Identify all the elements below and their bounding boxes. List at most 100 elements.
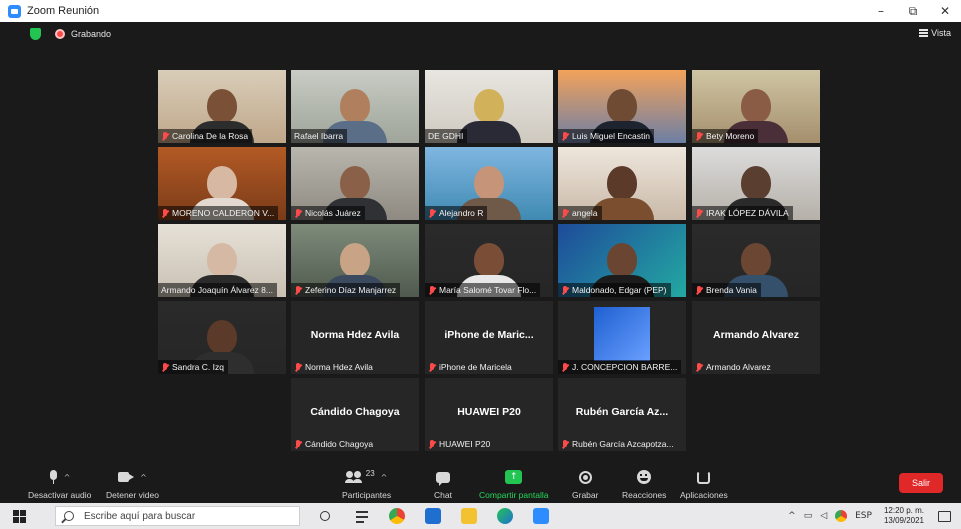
- participant-name-bar: Norma Hdez Avila: [291, 360, 377, 374]
- participant-name-bar: Carolina De la Rosa: [158, 129, 253, 143]
- chevron-up-icon[interactable]: ^: [788, 511, 796, 521]
- participant-name-bar: Brenda Vania: [692, 283, 761, 297]
- smiley-icon: [637, 470, 652, 484]
- participant-name-bar: IRAK LÓPEZ DÁVILA: [692, 206, 793, 220]
- participant-tile[interactable]: Norma Hdez Avila Norma Hdez Avila: [291, 301, 419, 374]
- participant-tile[interactable]: Maldonado, Edgar (PEP): [558, 224, 686, 297]
- reactions-button[interactable]: Reacciones: [622, 467, 666, 500]
- participant-name: DE GDHI: [428, 131, 464, 141]
- mic-muted-icon: [428, 208, 436, 218]
- window-title: Zoom Reunión: [27, 5, 100, 17]
- participant-tile[interactable]: J. CONCEPCION BARRE...: [558, 301, 686, 374]
- participant-tile[interactable]: HUAWEI P20 HUAWEI P20: [425, 378, 553, 451]
- window-controls: – ⧉ ✕: [865, 0, 961, 22]
- participant-name: Rafael Ibarra: [294, 131, 344, 141]
- view-label: Vista: [931, 28, 951, 38]
- participant-tile[interactable]: Rubén García Az... Rubén García Azcapotza…: [558, 378, 686, 451]
- mic-muted-icon: [695, 208, 703, 218]
- participant-name-bar: Sandra C. Izq: [158, 360, 228, 374]
- participant-tile[interactable]: iPhone de Maric... iPhone de Maricela: [425, 301, 553, 374]
- participant-tile[interactable]: María Salomé Tovar Flo...: [425, 224, 553, 297]
- participant-tile[interactable]: Zeferino Díaz Manjarrez: [291, 224, 419, 297]
- participants-button[interactable]: 23 ^ Participantes: [342, 467, 392, 501]
- caret-up-icon[interactable]: ^: [64, 473, 71, 482]
- participant-name: Carolina De la Rosa: [172, 131, 249, 141]
- record-button[interactable]: Grabar: [572, 467, 598, 500]
- leave-button[interactable]: Salir: [899, 473, 943, 493]
- participant-tile[interactable]: Sandra C. Izq: [158, 301, 286, 374]
- participant-name: MORENO CALDERON V...: [172, 208, 275, 218]
- search-placeholder: Escribe aquí para buscar: [84, 510, 196, 522]
- participant-tile[interactable]: angela: [558, 147, 686, 220]
- participant-name: Maldonado, Edgar (PEP): [572, 285, 667, 295]
- apps-button[interactable]: Aplicaciones: [680, 467, 728, 500]
- close-button[interactable]: ✕: [929, 0, 961, 22]
- notifications-icon[interactable]: [938, 510, 951, 522]
- restore-button[interactable]: ⧉: [897, 0, 929, 22]
- participant-tile[interactable]: IRAK LÓPEZ DÁVILA: [692, 147, 820, 220]
- participant-tile[interactable]: MORENO CALDERON V...: [158, 147, 286, 220]
- windows-start-icon[interactable]: [13, 509, 26, 523]
- caret-up-icon[interactable]: ^: [140, 473, 147, 482]
- minimize-button[interactable]: –: [865, 0, 897, 22]
- participants-count: 23: [365, 468, 375, 478]
- participant-name: Armando Alvarez: [706, 362, 771, 372]
- mic-muted-icon: [161, 208, 169, 218]
- battery-icon[interactable]: ▭: [804, 511, 813, 521]
- caret-up-icon[interactable]: ^: [381, 473, 388, 482]
- view-button[interactable]: Vista: [919, 28, 951, 38]
- edge-icon[interactable]: [497, 508, 513, 524]
- participant-tile[interactable]: Brenda Vania: [692, 224, 820, 297]
- mic-muted-icon: [561, 362, 569, 372]
- participant-name: Nicolás Juárez: [305, 208, 361, 218]
- participant-name-bar: María Salomé Tovar Flo...: [425, 283, 541, 297]
- participant-display-name: HUAWEI P20: [457, 406, 521, 418]
- mute-button[interactable]: ^ Desactivar audio: [28, 467, 91, 500]
- chat-icon: [435, 471, 450, 486]
- recording-label: Grabando: [71, 29, 112, 39]
- grid-view-icon: [919, 29, 929, 37]
- file-explorer-icon[interactable]: [461, 508, 477, 524]
- input-language[interactable]: ESP: [855, 511, 872, 521]
- system-tray: ^ ▭ ◁ ESP 12:20 p. m. 13/09/2021: [784, 503, 961, 529]
- participant-display-name: Armando Alvarez: [713, 329, 799, 341]
- participant-tile[interactable]: Luis Miguel Encastin: [558, 70, 686, 143]
- mic-muted-icon: [561, 439, 569, 449]
- stop-video-label: Detener video: [106, 490, 159, 500]
- participant-name: angela: [572, 208, 598, 218]
- participant-name-bar: angela: [558, 206, 602, 220]
- participant-name-bar: Alejandro R: [425, 206, 488, 220]
- mic-muted-icon: [561, 131, 569, 141]
- participant-name: Armando Joaquín Álvarez 8...: [161, 285, 273, 295]
- participant-tile[interactable]: Alejandro R: [425, 147, 553, 220]
- mic-muted-icon: [428, 285, 436, 295]
- mic-muted-icon: [428, 439, 436, 449]
- participant-name-bar: Rafael Ibarra: [291, 129, 348, 143]
- participant-tile[interactable]: DE GDHI: [425, 70, 553, 143]
- participant-tile[interactable]: Carolina De la Rosa: [158, 70, 286, 143]
- security-shield-icon[interactable]: [30, 28, 41, 40]
- record-icon: [578, 470, 592, 484]
- participant-tile[interactable]: Armando Alvarez Armando Alvarez: [692, 301, 820, 374]
- participant-tile[interactable]: Nicolás Juárez: [291, 147, 419, 220]
- participant-tile[interactable]: Bety Moreno: [692, 70, 820, 143]
- stop-video-button[interactable]: ^ Detener video: [106, 467, 159, 500]
- chrome-icon[interactable]: [389, 508, 405, 524]
- participant-tile[interactable]: Cándido Chagoya Cándido Chagoya: [291, 378, 419, 451]
- chrome-tray-icon[interactable]: [835, 510, 848, 522]
- participant-name-bar: Rubén García Azcapotza...: [558, 437, 678, 451]
- mic-muted-icon: [428, 362, 436, 372]
- participant-tile[interactable]: Armando Joaquín Álvarez 8...: [158, 224, 286, 297]
- participants-label: Participantes: [342, 490, 392, 500]
- task-view-icon[interactable]: [354, 508, 370, 524]
- volume-icon[interactable]: ◁: [820, 511, 827, 521]
- chat-button[interactable]: Chat: [434, 467, 452, 500]
- cortana-icon[interactable]: [320, 511, 330, 521]
- zoom-taskbar-icon[interactable]: [533, 508, 549, 524]
- clock[interactable]: 12:20 p. m. 13/09/2021: [884, 506, 924, 526]
- share-screen-button[interactable]: ↑ Compartir pantalla: [479, 467, 548, 500]
- taskbar-search-box[interactable]: Escribe aquí para buscar: [55, 506, 300, 526]
- participant-name: Zeferino Díaz Manjarrez: [305, 285, 397, 295]
- mail-icon[interactable]: [425, 508, 441, 524]
- participant-tile[interactable]: Rafael Ibarra: [291, 70, 419, 143]
